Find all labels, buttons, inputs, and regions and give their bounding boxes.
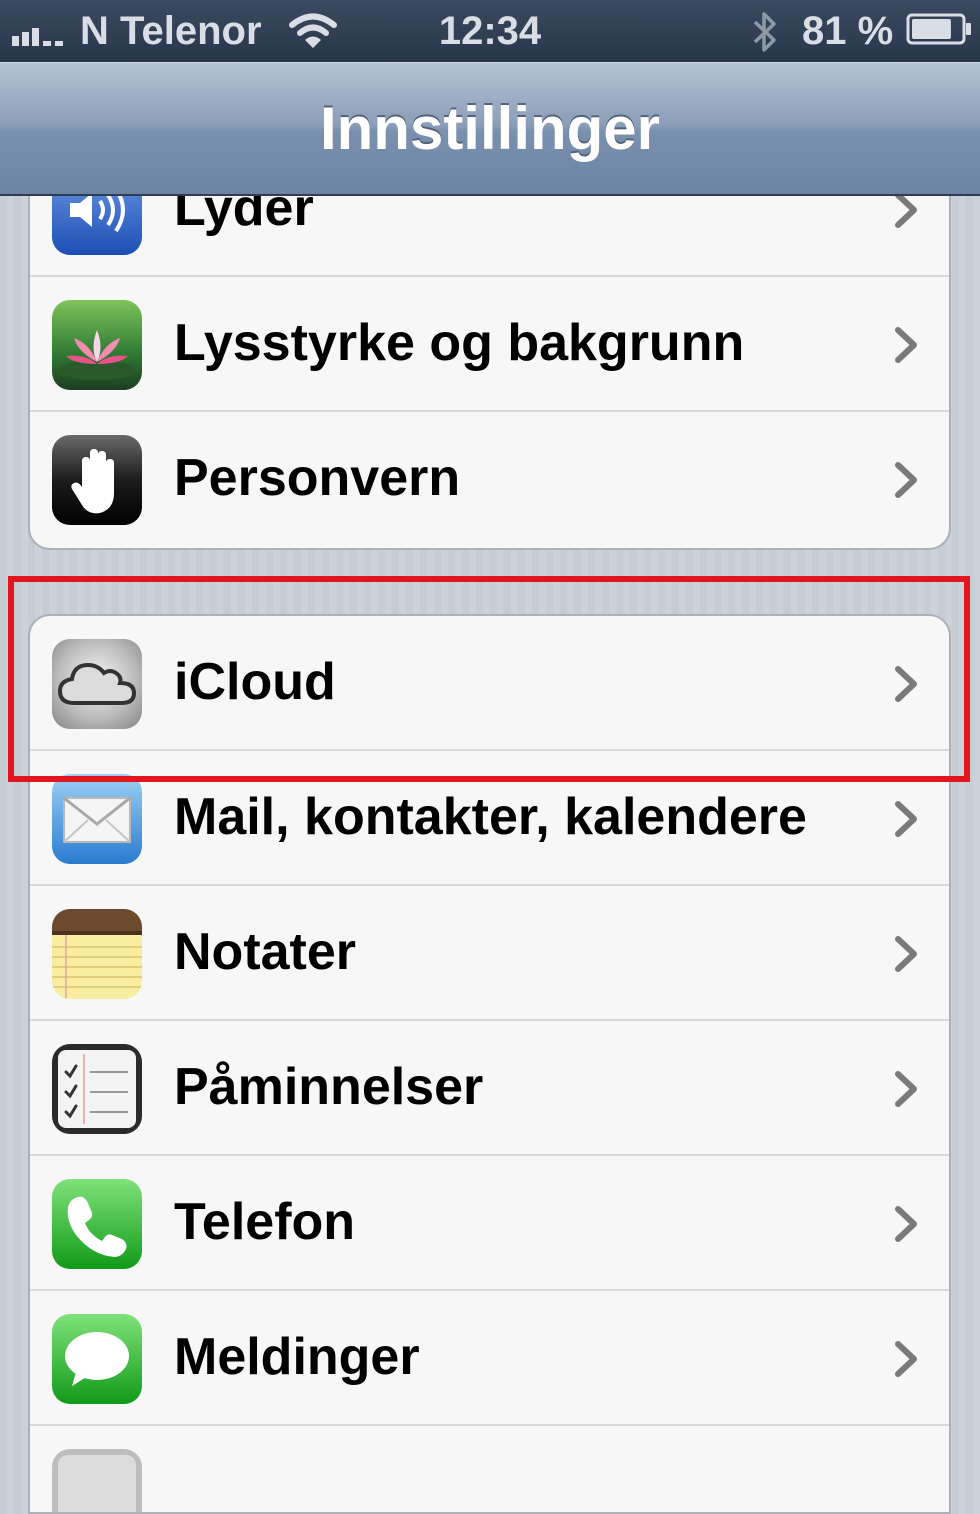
chevron-right-icon (895, 801, 917, 837)
chevron-right-icon (895, 936, 917, 972)
phone-icon (52, 1179, 142, 1269)
settings-row-telefon[interactable]: Telefon (30, 1156, 949, 1291)
settings-row-personvern[interactable]: Personvern (30, 412, 949, 547)
checklist-icon (52, 1044, 142, 1134)
battery-percentage: 81 % (802, 9, 894, 53)
battery-icon (906, 13, 971, 45)
icloud-highlight-frame (8, 576, 970, 782)
navigation-bar: Innstillinger (0, 62, 980, 196)
chevron-right-icon (895, 327, 917, 363)
chevron-right-icon (895, 462, 917, 498)
app-icon-partial (52, 1449, 142, 1512)
status-bar: N Telenor 12:34 81 % (0, 0, 980, 62)
settings-group-1: Lyder Lysstyrke og bakgrunn Personvern (28, 160, 951, 550)
settings-row-label: Personvern (174, 449, 461, 507)
chevron-right-icon (895, 1341, 917, 1377)
settings-row-label: Meldinger (174, 1328, 420, 1386)
settings-row-notater[interactable]: Notater (30, 886, 949, 1021)
settings-row-meldinger[interactable]: Meldinger (30, 1291, 949, 1426)
chevron-right-icon (895, 192, 917, 228)
chevron-right-icon (895, 1206, 917, 1242)
hand-icon (52, 435, 142, 525)
bluetooth-icon (753, 12, 776, 52)
settings-row-label: Telefon (174, 1193, 356, 1251)
settings-row-label: Påminnelser (174, 1058, 484, 1116)
mail-envelope-icon (52, 774, 142, 864)
speech-bubble-icon (52, 1314, 142, 1404)
chevron-right-icon (895, 1071, 917, 1107)
lotus-wallpaper-icon (52, 300, 142, 390)
settings-row-lysstyrke[interactable]: Lysstyrke og bakgrunn (30, 277, 949, 412)
settings-row-paminnelser[interactable]: Påminnelser (30, 1021, 949, 1156)
page-title: Innstillinger (319, 95, 661, 162)
settings-row-label: Lysstyrke og bakgrunn (174, 314, 745, 372)
settings-row-label: Notater (174, 923, 357, 981)
notepad-icon (52, 909, 142, 999)
settings-row-partial[interactable] (30, 1426, 949, 1512)
